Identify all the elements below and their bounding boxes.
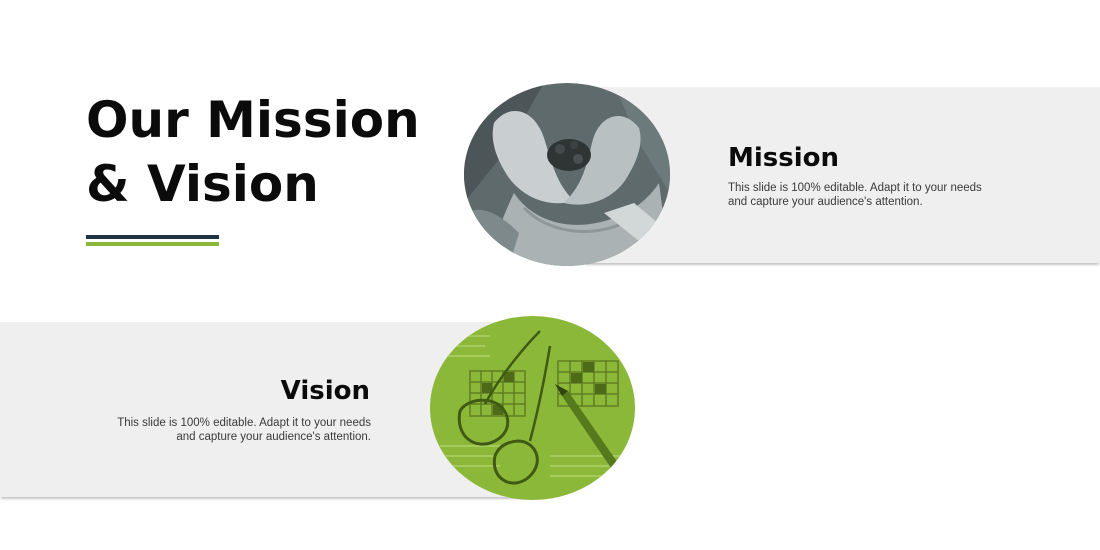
- mission-description: This slide is 100% editable. Adapt it to…: [728, 181, 982, 209]
- mission-description-line-1: This slide is 100% editable. Adapt it to…: [728, 182, 982, 194]
- vision-heading: Vision: [280, 376, 370, 406]
- mission-heading: Mission: [728, 143, 840, 173]
- vision-photo: [430, 316, 635, 500]
- slide-title-line-2: & Vision: [86, 155, 319, 213]
- title-underline-dark: [86, 235, 219, 239]
- slide-title: Our Mission & Vision: [86, 88, 420, 216]
- cupped-hands-soil-photo: [464, 83, 670, 266]
- slide-title-line-1: Our Mission: [86, 91, 420, 149]
- vision-description: This slide is 100% editable. Adapt it to…: [117, 416, 371, 444]
- mission-description-line-2: and capture your audience's attention.: [728, 196, 923, 208]
- title-underline-green: [86, 242, 219, 246]
- glasses-pen-crossword-photo: [430, 316, 635, 500]
- vision-description-line-2: and capture your audience's attention.: [176, 431, 371, 443]
- vision-description-line-1: This slide is 100% editable. Adapt it to…: [117, 417, 371, 429]
- slide: Our Mission & Vision Mission This slide …: [0, 0, 1100, 550]
- mission-photo: [464, 83, 670, 266]
